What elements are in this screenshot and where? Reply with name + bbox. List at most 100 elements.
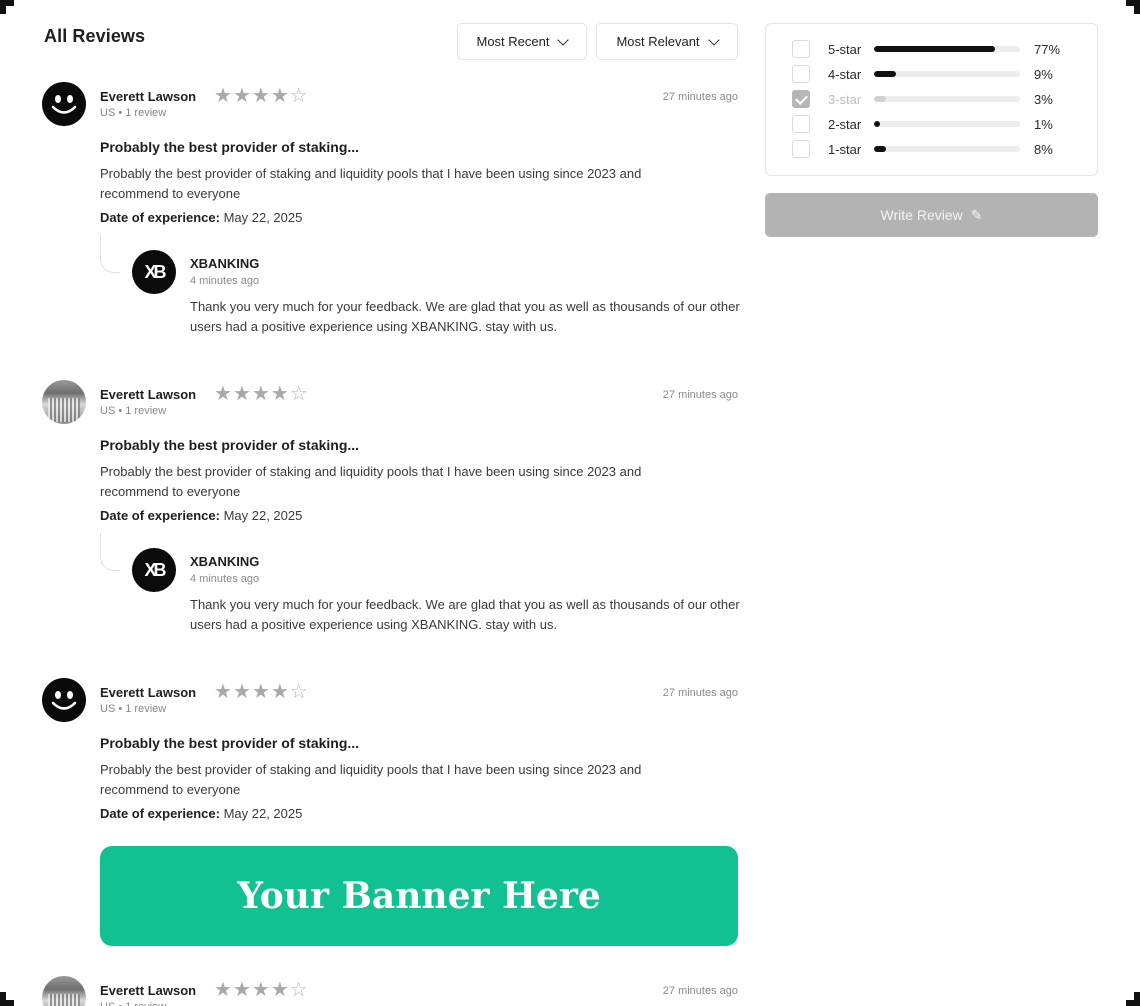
review-body: Probably the best provider of staking an… bbox=[100, 762, 642, 797]
banner-ad[interactable]: Your Banner Here bbox=[100, 846, 738, 946]
reviewer-name[interactable]: Everett Lawson bbox=[100, 983, 196, 998]
review-card: Everett LawsonUS • 1 review★★★★☆27 minut… bbox=[42, 678, 738, 838]
rating-filter-row[interactable]: 4-star 9% bbox=[792, 65, 1082, 83]
date-of-experience: Date of experience: May 22, 2025 bbox=[100, 508, 302, 523]
review-title: Probably the best provider of staking... bbox=[100, 735, 360, 751]
star-icon: ★ bbox=[214, 681, 232, 703]
star-icon: ★ bbox=[251, 979, 270, 1001]
date-of-experience-label: Date of experience: bbox=[100, 508, 220, 523]
xbanking-logo: XB bbox=[132, 548, 176, 592]
reply-timestamp: 4 minutes ago bbox=[190, 573, 260, 585]
star-icon: ★ bbox=[214, 979, 232, 1001]
chevron-down-icon bbox=[557, 33, 570, 46]
review-body: Probably the best provider of staking an… bbox=[100, 464, 642, 499]
rating-filter-row[interactable]: 2-star 1% bbox=[792, 115, 1082, 133]
reply-timestamp: 4 minutes ago bbox=[190, 275, 260, 287]
write-review-button[interactable]: Write Review ✎ bbox=[765, 193, 1098, 237]
rating-bar-track bbox=[874, 96, 1020, 102]
reviewer-name[interactable]: Everett Lawson bbox=[100, 89, 196, 104]
star-icon: ★ bbox=[251, 383, 270, 405]
review-timestamp: 27 minutes ago bbox=[662, 389, 738, 401]
star-icon: ★ bbox=[251, 85, 270, 107]
write-review-label: Write Review bbox=[880, 207, 963, 223]
rating-filter-row[interactable]: 1-star 8% bbox=[792, 140, 1082, 158]
rating-percent: 1% bbox=[1034, 116, 1053, 132]
sort-most-recent-button[interactable]: Most Recent bbox=[457, 23, 587, 60]
rating-label: 1-star bbox=[828, 141, 862, 157]
review-title: Probably the best provider of staking... bbox=[100, 437, 360, 453]
star-rating: ★ ★ ★ ★ ☆ bbox=[214, 682, 308, 702]
reply-body: Thank you very much for your feedback. W… bbox=[190, 597, 740, 632]
rating-filter-row[interactable]: 5-star 77% bbox=[792, 40, 1082, 58]
reviewer-meta: US • 1 review bbox=[100, 703, 167, 715]
rating-checkbox[interactable] bbox=[792, 115, 810, 133]
rating-bar-track bbox=[874, 46, 1020, 52]
rating-bar-track bbox=[874, 71, 1020, 77]
avatar[interactable] bbox=[42, 976, 86, 1006]
reviewer-meta: US • 1 review bbox=[100, 405, 167, 417]
avatar[interactable] bbox=[42, 82, 86, 126]
corner-mark-top-left bbox=[0, 0, 14, 14]
star-icon: ☆ bbox=[289, 383, 308, 405]
star-icon: ☆ bbox=[289, 681, 308, 703]
pencil-icon: ✎ bbox=[970, 206, 983, 223]
rating-label: 3-star bbox=[828, 91, 862, 107]
star-icon: ★ bbox=[232, 979, 251, 1001]
review-body: Probably the best provider of staking an… bbox=[100, 166, 642, 201]
rating-bar-fill bbox=[874, 71, 896, 77]
reviewer-meta: US • 1 review bbox=[100, 107, 167, 119]
rating-checkbox[interactable] bbox=[792, 65, 810, 83]
sort-most-relevant-button[interactable]: Most Relevant bbox=[596, 23, 738, 60]
star-icon: ★ bbox=[251, 681, 270, 703]
rating-filter-row[interactable]: 3-star 3% bbox=[792, 90, 1082, 108]
corner-mark-bottom-left bbox=[0, 992, 14, 1006]
star-icon: ★ bbox=[232, 85, 251, 107]
reply-connector bbox=[100, 235, 120, 273]
chevron-down-icon bbox=[707, 33, 720, 46]
review-timestamp: 27 minutes ago bbox=[662, 985, 738, 997]
star-icon: ★ bbox=[214, 85, 232, 107]
star-icon: ★ bbox=[270, 85, 289, 107]
rating-bar-fill bbox=[874, 96, 886, 102]
rating-label: 4-star bbox=[828, 66, 862, 82]
sort-most-relevant-label: Most Relevant bbox=[616, 34, 700, 49]
star-rating: ★ ★ ★ ★ ☆ bbox=[214, 384, 308, 404]
star-icon: ☆ bbox=[289, 85, 308, 107]
rating-percent: 9% bbox=[1034, 66, 1053, 82]
rating-percent: 3% bbox=[1034, 91, 1053, 107]
rating-bar-track bbox=[874, 121, 1020, 127]
reply-body: Thank you very much for your feedback. W… bbox=[190, 299, 740, 334]
star-icon: ☆ bbox=[289, 979, 308, 1001]
star-rating: ★ ★ ★ ★ ☆ bbox=[214, 980, 308, 1000]
reviewer-name[interactable]: Everett Lawson bbox=[100, 387, 196, 402]
review-card: Everett LawsonUS • 1 review★★★★☆27 minut… bbox=[42, 82, 740, 362]
sort-most-recent-label: Most Recent bbox=[476, 34, 550, 49]
star-rating: ★ ★ ★ ★ ☆ bbox=[214, 86, 308, 106]
rating-percent: 8% bbox=[1034, 141, 1053, 157]
review-timestamp: 27 minutes ago bbox=[662, 91, 738, 103]
rating-label: 2-star bbox=[828, 116, 862, 132]
date-of-experience-value: May 22, 2025 bbox=[223, 508, 303, 523]
date-of-experience: Date of experience: May 22, 2025 bbox=[100, 806, 302, 821]
avatar[interactable] bbox=[42, 678, 86, 722]
rating-bar-fill bbox=[874, 146, 886, 152]
review-title: Probably the best provider of staking... bbox=[100, 139, 360, 155]
star-icon: ★ bbox=[232, 681, 251, 703]
date-of-experience-label: Date of experience: bbox=[100, 806, 220, 821]
section-title: All Reviews bbox=[44, 26, 146, 46]
star-icon: ★ bbox=[270, 681, 289, 703]
reply-company-name: XBANKING bbox=[190, 554, 260, 569]
reviewer-name[interactable]: Everett Lawson bbox=[100, 685, 196, 700]
avatar[interactable] bbox=[42, 380, 86, 424]
rating-label: 5-star bbox=[828, 41, 862, 57]
review-card: Everett LawsonUS • 1 review★★★★☆27 minut… bbox=[42, 976, 738, 1006]
date-of-experience: Date of experience: May 22, 2025 bbox=[100, 210, 302, 225]
rating-checkbox[interactable] bbox=[792, 90, 810, 108]
rating-bar-fill bbox=[874, 121, 880, 127]
rating-bar-fill bbox=[874, 46, 996, 52]
rating-checkbox[interactable] bbox=[792, 40, 810, 58]
reply-company-name: XBANKING bbox=[190, 256, 260, 271]
star-icon: ★ bbox=[270, 979, 289, 1001]
star-icon: ★ bbox=[214, 383, 232, 405]
rating-checkbox[interactable] bbox=[792, 140, 810, 158]
